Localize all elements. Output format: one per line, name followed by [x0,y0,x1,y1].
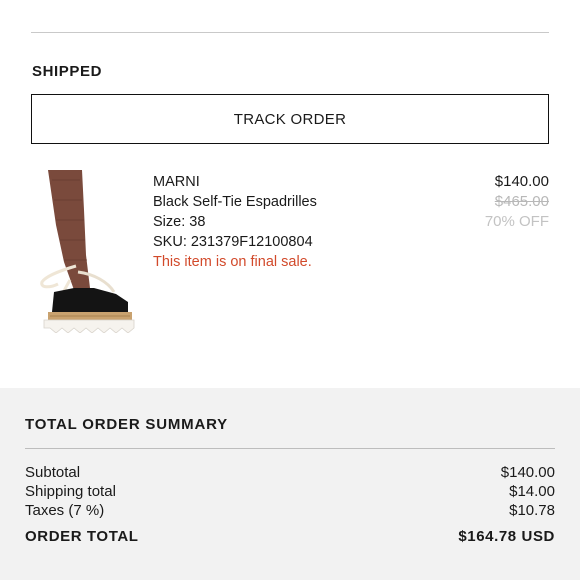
product-image[interactable] [34,170,136,333]
shipping-label: Shipping total [25,483,116,500]
item-price: $140.00 [494,173,549,190]
subtotal-row: Subtotal $140.00 [25,464,555,481]
item-details: MARNI Black Self-Tie Espadrilles Size: 3… [153,172,317,272]
item-brand[interactable]: MARNI [153,172,317,192]
item-pricing: $140.00 $465.00 70% OFF [485,172,549,232]
order-total-label: ORDER TOTAL [25,528,139,545]
order-total-value: $164.78 USD [458,528,555,545]
item-size: Size: 38 [153,214,206,230]
subtotal-label: Subtotal [25,464,81,481]
original-price: $465.00 [494,193,549,210]
taxes-value: $10.78 [509,502,555,519]
summary-title: TOTAL ORDER SUMMARY [25,416,228,433]
final-sale-note: This item is on final sale. [153,254,312,270]
discount-badge: 70% OFF [484,213,549,230]
item-sku: SKU: 231379F12100804 [153,234,313,250]
subtotal-value: $140.00 [500,464,555,481]
top-divider [31,32,549,33]
taxes-row: Taxes (7 %) $10.78 [25,502,555,519]
rubber-sole [43,319,135,333]
shipping-value: $14.00 [509,483,555,500]
order-summary-panel: TOTAL ORDER SUMMARY Subtotal $140.00 Shi… [0,388,580,580]
taxes-label: Taxes (7 %) [25,502,105,519]
track-order-label: TRACK ORDER [233,110,347,128]
shipping-row: Shipping total $14.00 [25,483,555,500]
shoe-upper [52,288,128,312]
track-order-button[interactable]: TRACK ORDER [31,94,549,144]
order-total-row: ORDER TOTAL $164.78 USD [25,528,555,545]
order-status: SHIPPED [32,63,103,80]
item-name[interactable]: Black Self-Tie Espadrilles [153,192,317,212]
summary-divider [25,448,555,449]
